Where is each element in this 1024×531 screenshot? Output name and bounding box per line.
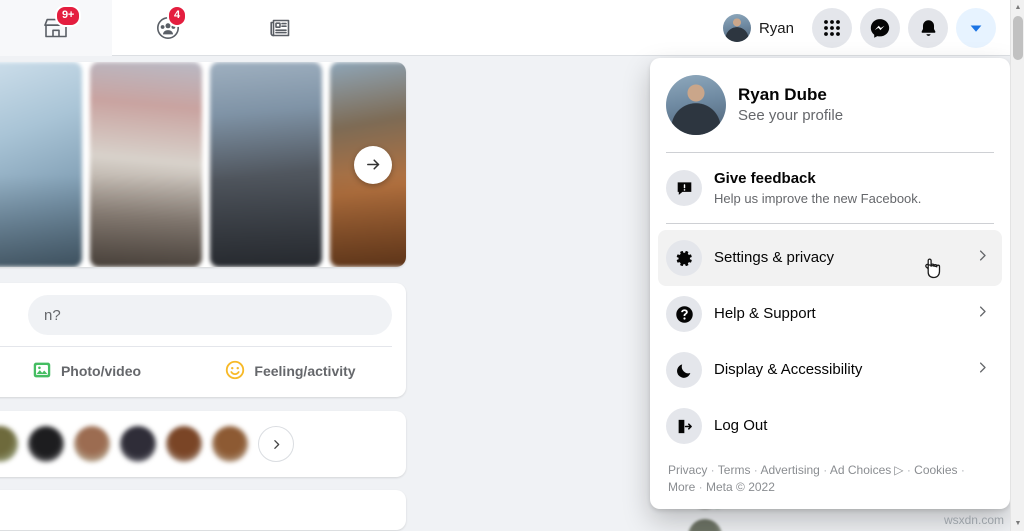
- store-icon: 9+: [42, 5, 82, 42]
- nav-tabs: 9+ 4: [0, 0, 336, 56]
- nav-right-controls: Ryan: [719, 0, 996, 56]
- footer-copyright: Meta © 2022: [706, 480, 775, 495]
- chevron-right-icon: [975, 248, 990, 268]
- composer-actions: Photo/video Feeling/activity: [0, 351, 392, 391]
- chevron-right-icon: [975, 360, 990, 380]
- notifications-button[interactable]: [908, 8, 948, 48]
- contact-avatar[interactable]: [166, 426, 202, 462]
- chevron-right-icon: [975, 304, 990, 324]
- avatar: [666, 75, 726, 135]
- divider: [666, 223, 994, 225]
- give-feedback-label: Give feedback: [714, 170, 816, 187]
- nav-tab-groups[interactable]: 4: [112, 0, 224, 56]
- contacts-next-button[interactable]: [258, 426, 294, 462]
- avatar: [722, 14, 751, 42]
- grid-menu-button[interactable]: [812, 8, 852, 48]
- messenger-icon: [869, 17, 891, 39]
- footer-link-cookies[interactable]: Cookies: [914, 463, 957, 477]
- top-navigation-bar: 9+ 4 Ryan: [0, 0, 1010, 56]
- feed-column: n? Photo/video Feeling/activity: [0, 62, 406, 530]
- profile-chip[interactable]: Ryan: [719, 10, 804, 46]
- groups-badge: 4: [167, 5, 187, 27]
- watermark: wsxdn.com: [943, 513, 1004, 527]
- contact-avatar[interactable]: [74, 426, 110, 462]
- stories-carousel: [0, 62, 406, 267]
- contact-avatar[interactable]: [120, 426, 156, 462]
- dropdown-profile-subtitle: See your profile: [738, 106, 844, 124]
- question-icon: [666, 296, 702, 333]
- stories-next-button[interactable]: [354, 145, 392, 184]
- feed-post-card: [0, 490, 406, 530]
- feedback-icon: [666, 170, 702, 207]
- logout-icon: [666, 408, 702, 445]
- feeling-activity-icon: [224, 359, 246, 384]
- messenger-button[interactable]: [860, 8, 900, 48]
- composer-feeling-activity-label: Feeling/activity: [254, 363, 356, 379]
- chevron-down-icon: [967, 19, 985, 37]
- bell-icon: [918, 18, 939, 39]
- scroll-down-arrow-icon[interactable]: ▼: [1011, 516, 1024, 531]
- contact-avatar[interactable]: [212, 426, 248, 462]
- composer-photo-video-label: Photo/video: [60, 363, 142, 379]
- dropdown-profile-name: Ryan Dube: [738, 84, 827, 104]
- dropdown-item-display-accessibility[interactable]: Display & Accessibility: [658, 342, 1002, 398]
- dropdown-item-help-support[interactable]: Help & Support: [658, 286, 1002, 342]
- log-out-label: Log Out: [714, 417, 768, 435]
- footer-link-advertising[interactable]: Advertising: [760, 463, 819, 477]
- story-card[interactable]: [90, 62, 202, 267]
- photo-video-icon: [31, 359, 53, 384]
- dropdown-item-log-out[interactable]: Log Out: [658, 398, 1002, 454]
- account-dropdown-menu: Ryan Dube See your profile Give feedback…: [650, 58, 1010, 509]
- contact-avatar[interactable]: [28, 426, 64, 462]
- facebook-screen: n? Photo/video Feeling/activity 9+ 4 Rya…: [0, 0, 1024, 531]
- dropdown-item-settings-privacy[interactable]: Settings & privacy: [658, 230, 1002, 287]
- marketplace-badge: 9+: [55, 5, 82, 27]
- divider: [666, 152, 994, 153]
- give-feedback-description: Help us improve the new Facebook.: [714, 190, 922, 206]
- story-card[interactable]: [210, 62, 322, 267]
- moon-icon: [666, 352, 702, 389]
- scrollbar-thumb[interactable]: [1013, 16, 1023, 60]
- dropdown-profile-row[interactable]: Ryan Dube See your profile: [658, 66, 1002, 146]
- footer-link-ad-choices[interactable]: Ad Choices: [830, 463, 891, 477]
- help-support-label: Help & Support: [714, 305, 816, 323]
- footer-link-more[interactable]: More: [668, 480, 695, 494]
- avatar: [688, 519, 722, 531]
- display-accessibility-label: Display & Accessibility: [714, 361, 863, 379]
- nav-tab-marketplace[interactable]: 9+: [0, 0, 112, 56]
- contact-avatar[interactable]: [0, 426, 18, 462]
- footer-link-privacy[interactable]: Privacy: [668, 463, 707, 477]
- gear-icon: [666, 240, 702, 277]
- account-menu-button[interactable]: [956, 8, 996, 48]
- dropdown-footer-links: Privacy · Terms · Advertising · Ad Choic…: [668, 463, 965, 495]
- composer-placeholder: n?: [44, 306, 61, 324]
- page-scrollbar[interactable]: ▲ ▼: [1010, 0, 1024, 531]
- contacts-strip: [0, 411, 406, 477]
- composer-input[interactable]: n?: [28, 295, 392, 335]
- post-composer: n? Photo/video Feeling/activity: [0, 283, 406, 397]
- scroll-up-arrow-icon[interactable]: ▲: [1011, 0, 1024, 15]
- settings-privacy-label: Settings & privacy: [714, 249, 835, 267]
- grid-menu-icon: [822, 18, 842, 38]
- composer-feeling-activity-button[interactable]: Feeling/activity: [188, 353, 392, 389]
- footer-link-terms[interactable]: Terms: [718, 463, 751, 477]
- nav-tab-news[interactable]: [224, 0, 336, 56]
- stories-track: [0, 62, 406, 267]
- dropdown-item-give-feedback[interactable]: Give feedback Help us improve the new Fa…: [658, 159, 1002, 217]
- story-card[interactable]: [0, 62, 82, 267]
- composer-photo-video-button[interactable]: Photo/video: [0, 353, 188, 389]
- groups-icon: 4: [154, 5, 187, 42]
- news-icon: [266, 14, 294, 42]
- composer-divider: [0, 346, 392, 347]
- profile-name: Ryan: [758, 19, 794, 37]
